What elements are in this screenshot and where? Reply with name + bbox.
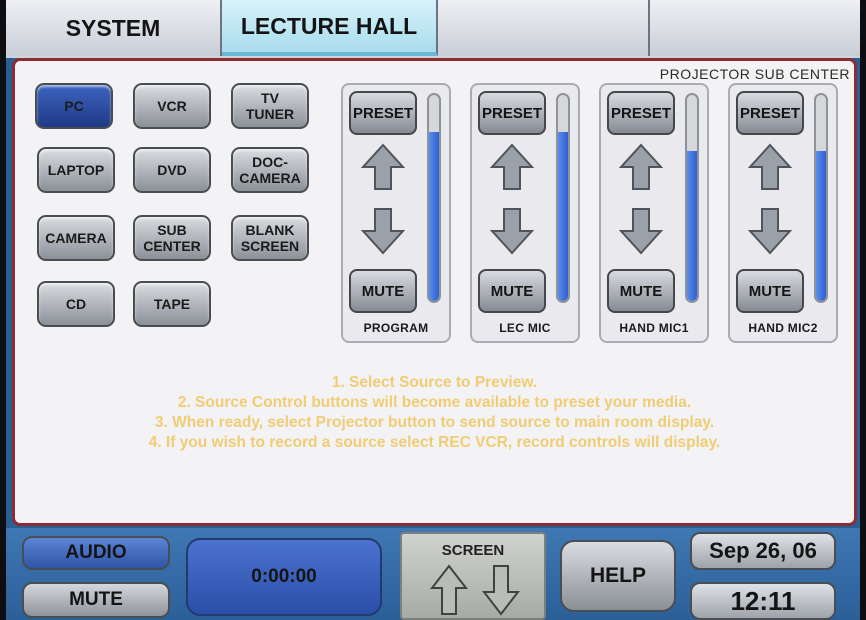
source-vcr-button[interactable]: VCR	[133, 83, 211, 129]
mute-button[interactable]: MUTE	[478, 269, 546, 313]
volume-down-icon[interactable]	[361, 207, 405, 255]
source-cd-button[interactable]: CD	[37, 281, 115, 327]
screen-up-icon[interactable]	[430, 564, 468, 616]
screen-label: SCREEN	[441, 542, 505, 559]
level-meter[interactable]	[814, 93, 828, 303]
instruction-line: 1. Select Source to Preview.	[331, 374, 538, 391]
tab-system[interactable]: SYSTEM	[6, 0, 222, 56]
source-doc-camera-button[interactable]: DOC- CAMERA	[231, 147, 309, 193]
volume-down-icon[interactable]	[748, 207, 792, 255]
timer-display: 0:00:00	[186, 538, 382, 616]
mute-button[interactable]: MUTE	[349, 269, 417, 313]
source-tape-button[interactable]: TAPE	[133, 281, 211, 327]
volume-down-icon[interactable]	[490, 207, 534, 255]
preset-button[interactable]: PRESET	[349, 91, 417, 135]
master-mute-button[interactable]: MUTE	[22, 582, 170, 618]
screen-control: SCREEN	[400, 532, 546, 620]
projector-sub-center-label: PROJECTOR SUB CENTER	[659, 66, 850, 82]
level-meter[interactable]	[427, 93, 441, 303]
channel-label: LEC MIC	[499, 321, 551, 335]
top-tab-bar: SYSTEM LECTURE HALL	[6, 0, 860, 58]
level-meter-fill	[816, 150, 826, 301]
instruction-line: 3. When ready, select Projector button t…	[154, 414, 715, 431]
main-panel: PROJECTOR SUB CENTER PC VCR TV TUNER LAP…	[12, 58, 857, 526]
preset-button[interactable]: PRESET	[478, 91, 546, 135]
volume-down-icon[interactable]	[619, 207, 663, 255]
channel-label: HAND MIC2	[748, 321, 818, 335]
level-meter-fill	[429, 132, 439, 301]
volume-up-icon[interactable]	[748, 143, 792, 191]
preset-button[interactable]: PRESET	[607, 91, 675, 135]
instruction-line: 4. If you wish to record a source select…	[148, 434, 721, 451]
source-blank-screen-button[interactable]: BLANK SCREEN	[231, 215, 309, 261]
level-meter[interactable]	[556, 93, 570, 303]
instructions-text: 1. Select Source to Preview. 2. Source C…	[15, 373, 854, 453]
volume-up-icon[interactable]	[490, 143, 534, 191]
screen-down-icon[interactable]	[482, 564, 520, 616]
channel-label: HAND MIC1	[619, 321, 689, 335]
tab-empty-4[interactable]	[650, 0, 860, 56]
mute-button[interactable]: MUTE	[607, 269, 675, 313]
bottom-bar: AUDIO MUTE 0:00:00 SCREEN HELP Sep 26, 0…	[6, 528, 860, 620]
source-dvd-button[interactable]: DVD	[133, 147, 211, 193]
channel-label: PROGRAM	[363, 321, 429, 335]
time-display: 12:11	[690, 582, 836, 620]
level-meter-fill	[558, 132, 568, 301]
level-meter-fill	[687, 150, 697, 301]
source-sub-center-button[interactable]: SUB CENTER	[133, 215, 211, 261]
channel-program: PRESET MUTE PROGRAM	[341, 83, 451, 343]
tab-empty-3[interactable]	[438, 0, 650, 56]
level-meter[interactable]	[685, 93, 699, 303]
help-button[interactable]: HELP	[560, 540, 676, 612]
source-camera-button[interactable]: CAMERA	[37, 215, 115, 261]
source-tv-tuner-button[interactable]: TV TUNER	[231, 83, 309, 129]
audio-button[interactable]: AUDIO	[22, 536, 170, 570]
channel-lec-mic: PRESET MUTE LEC MIC	[470, 83, 580, 343]
touch-panel-screen: SYSTEM LECTURE HALL PROJECTOR SUB CENTER…	[6, 0, 860, 620]
preset-button[interactable]: PRESET	[736, 91, 804, 135]
tab-lecture-hall[interactable]: LECTURE HALL	[222, 0, 438, 56]
channel-hand-mic2: PRESET MUTE HAND MIC2	[728, 83, 838, 343]
source-pc-button[interactable]: PC	[35, 83, 113, 129]
source-laptop-button[interactable]: LAPTOP	[37, 147, 115, 193]
instruction-line: 2. Source Control buttons will become av…	[177, 394, 692, 411]
volume-up-icon[interactable]	[361, 143, 405, 191]
date-display: Sep 26, 06	[690, 532, 836, 570]
mute-button[interactable]: MUTE	[736, 269, 804, 313]
volume-up-icon[interactable]	[619, 143, 663, 191]
channel-hand-mic1: PRESET MUTE HAND MIC1	[599, 83, 709, 343]
